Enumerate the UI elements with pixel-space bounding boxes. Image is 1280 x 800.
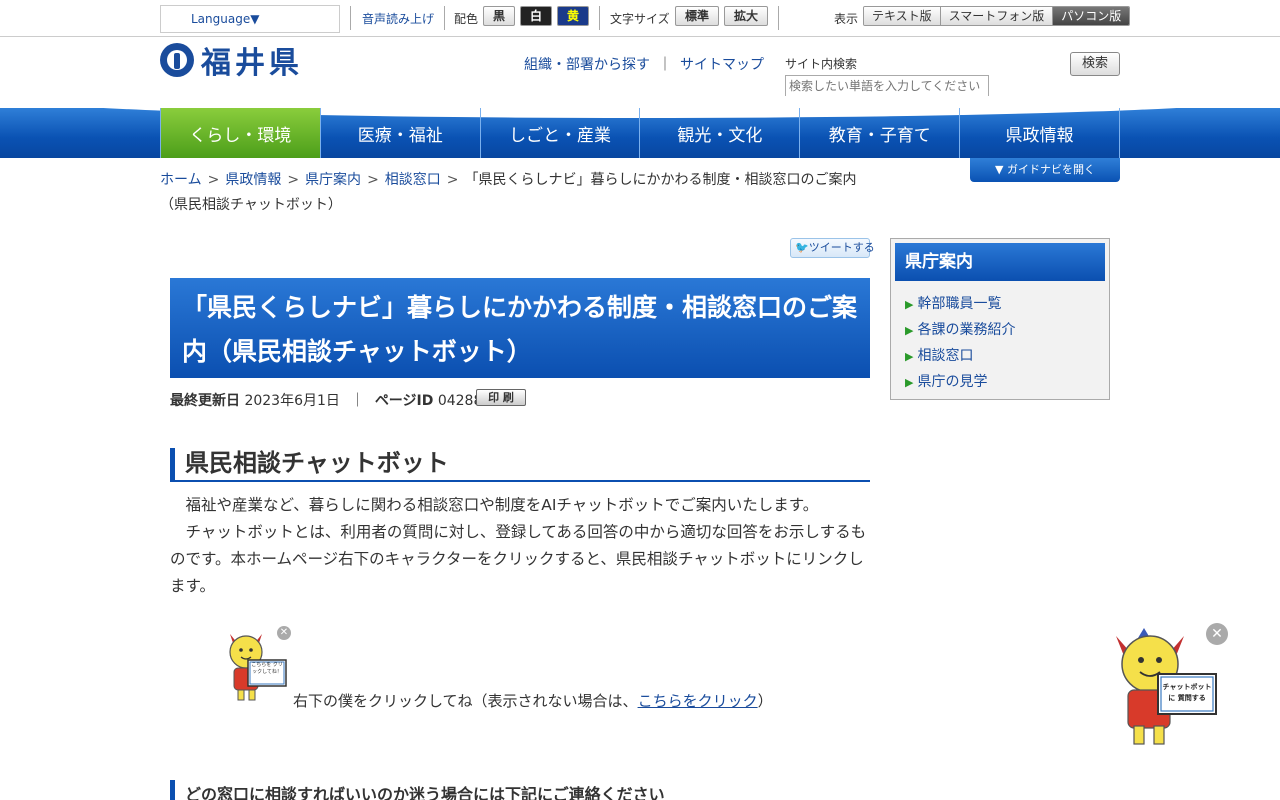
sidebar-item-executives[interactable]: 幹部職員一覧 xyxy=(917,296,1001,312)
language-label: Language▼ xyxy=(191,12,260,26)
close-small-icon[interactable]: ✕ xyxy=(277,626,291,640)
nav-item-tourism[interactable]: 観光・文化 xyxy=(640,108,801,158)
breadcrumb-consult[interactable]: 相談窓口 xyxy=(385,172,441,188)
display-text-button[interactable]: テキスト版 xyxy=(864,7,941,25)
mascot-small-sign: こちらを クリックしてね！ xyxy=(251,662,283,675)
sidebar-item-departments[interactable]: 各課の業務紹介 xyxy=(917,322,1015,338)
logo-text: 福井県 xyxy=(201,46,303,81)
updated-value: 2023年6月1日 xyxy=(244,393,340,409)
search-label: サイト内検索 xyxy=(785,57,858,71)
display-label: 表示 xyxy=(834,12,859,26)
org-search-link[interactable]: 組織・部署から探す xyxy=(524,57,650,73)
sidebar-title: 県庁案内 xyxy=(895,243,1105,281)
display-smartphone-button[interactable]: スマートフォン版 xyxy=(940,7,1054,25)
site-logo[interactable]: 福井県 xyxy=(160,42,303,81)
chatbot-close-icon[interactable]: ✕ xyxy=(1206,623,1228,645)
size-large-button[interactable]: 拡大 xyxy=(724,6,768,26)
chatbot-mascot[interactable]: チャットボットに 質問する xyxy=(1110,622,1220,752)
language-select[interactable]: Language▼ xyxy=(160,5,340,33)
page-id-label: ページID xyxy=(374,393,434,409)
color-black-button[interactable]: 黒 xyxy=(483,6,515,26)
breadcrumb-office[interactable]: 県庁案内 xyxy=(305,172,361,188)
divider xyxy=(444,6,445,30)
search-button[interactable]: 検索 xyxy=(1070,52,1120,76)
sidebar-list: ▶ 幹部職員一覧 ▶ 各課の業務紹介 ▶ 相談窓口 ▶ 県庁の見学 xyxy=(895,291,1105,395)
print-button[interactable]: 印 刷 xyxy=(476,389,526,406)
click-here-link[interactable]: こちらをクリック xyxy=(638,692,758,710)
sitemap-link[interactable]: サイトマップ xyxy=(680,57,764,73)
click-prefix: 右下の僕をクリックしてね（表示されない場合は、 xyxy=(293,692,638,710)
click-instruction: 右下の僕をクリックしてね（表示されない場合は、こちらをクリック） xyxy=(293,690,773,711)
section-heading: 県民相談チャットボット xyxy=(170,448,870,482)
nav-item-life[interactable]: くらし・環境 xyxy=(160,108,321,158)
breadcrumb-sep: > xyxy=(446,172,459,188)
divider xyxy=(599,6,600,30)
fukui-emblem-icon xyxy=(160,43,194,77)
meta-separator: ｜ xyxy=(350,393,365,409)
triangle-right-icon: ▶ xyxy=(905,324,914,337)
guide-navi-button[interactable]: ▼ ガイドナビを開く xyxy=(970,158,1120,182)
size-normal-button[interactable]: 標準 xyxy=(675,6,719,26)
tweet-button[interactable]: 🐦ツイートする xyxy=(790,238,875,258)
page-meta: 最終更新日 2023年6月1日 ｜ ページID 042886 xyxy=(170,390,491,410)
page-title: 「県民くらしナビ」暮らしにかかわる制度・相談窓口のご案内（県民相談チャットボット… xyxy=(170,278,870,378)
tweet-label: ツイートする xyxy=(808,241,875,254)
click-suffix: ） xyxy=(757,692,773,710)
triangle-right-icon: ▶ xyxy=(905,350,914,363)
subsection-heading: どの窓口に相談すればいいのか迷う場合には下記にご連絡ください xyxy=(170,780,870,800)
audio-link[interactable]: 音声読み上げ xyxy=(362,10,434,27)
sidebar-item[interactable]: ▶ 幹部職員一覧 xyxy=(895,291,1105,317)
updated-label: 最終更新日 xyxy=(170,393,240,409)
utility-bar: Language▼ 音声読み上げ 配色 黒 白 黄 文字サイズ 標準 拡大 表示… xyxy=(0,0,1280,37)
breadcrumb-sep: > xyxy=(367,172,379,188)
color-label: 配色 xyxy=(454,12,479,26)
sidebar-item-tour[interactable]: 県庁の見学 xyxy=(917,374,987,390)
breadcrumb-sep: > xyxy=(287,172,300,188)
breadcrumb-sep: > xyxy=(207,172,220,188)
global-nav: くらし・環境 医療・福祉 しごと・産業 観光・文化 教育・子育て 県政情報 xyxy=(160,108,1120,158)
nav-item-medical[interactable]: 医療・福祉 xyxy=(321,108,481,158)
color-white-button[interactable]: 白 xyxy=(520,6,552,26)
breadcrumb-government[interactable]: 県政情報 xyxy=(225,172,281,188)
nav-item-education[interactable]: 教育・子育て xyxy=(800,108,961,158)
color-yellow-button[interactable]: 黄 xyxy=(557,6,589,26)
sidebar-item[interactable]: ▶ 相談窓口 xyxy=(895,343,1105,369)
chatbot-sign: チャットボットに 質問する xyxy=(1162,683,1212,702)
search-input[interactable] xyxy=(785,75,989,97)
twitter-bird-icon: 🐦 xyxy=(795,241,809,254)
triangle-right-icon: ▶ xyxy=(905,298,914,311)
nav-item-government[interactable]: 県政情報 xyxy=(960,108,1120,158)
sidebar-item[interactable]: ▶ 各課の業務紹介 xyxy=(895,317,1105,343)
paragraph-1: 福祉や産業など、暮らしに関わる相談窓口や制度をAIチャットボットでご案内いたしま… xyxy=(185,496,819,514)
triangle-right-icon: ▶ xyxy=(905,376,914,389)
divider xyxy=(350,6,351,30)
sidebar: 県庁案内 ▶ 幹部職員一覧 ▶ 各課の業務紹介 ▶ 相談窓口 ▶ 県庁の見学 xyxy=(890,238,1110,400)
body-text: 福祉や産業など、暮らしに関わる相談窓口や制度をAIチャットボットでご案内いたしま… xyxy=(170,492,870,600)
header-links: 組織・部署から探す ｜ サイトマップ xyxy=(524,54,764,74)
size-label: 文字サイズ xyxy=(610,12,670,26)
link-separator: ｜ xyxy=(658,57,672,73)
paragraph-2: チャットボットとは、利用者の質問に対し、登録してある回答の中から適切な回答をお示… xyxy=(170,523,867,595)
display-pc-button[interactable]: パソコン版 xyxy=(1053,7,1130,25)
breadcrumb-home[interactable]: ホーム xyxy=(160,172,202,188)
sidebar-item-consult[interactable]: 相談窓口 xyxy=(917,348,973,364)
nav-item-work[interactable]: しごと・産業 xyxy=(481,108,641,158)
display-mode-group: テキスト版 スマートフォン版 パソコン版 xyxy=(863,6,1131,26)
sidebar-item[interactable]: ▶ 県庁の見学 xyxy=(895,369,1105,395)
breadcrumb: ホーム > 県政情報 > 県庁案内 > 相談窓口 > 「県民くらしナビ」暮らしにかかわる制度・相… xyxy=(160,168,860,218)
divider xyxy=(778,6,779,30)
